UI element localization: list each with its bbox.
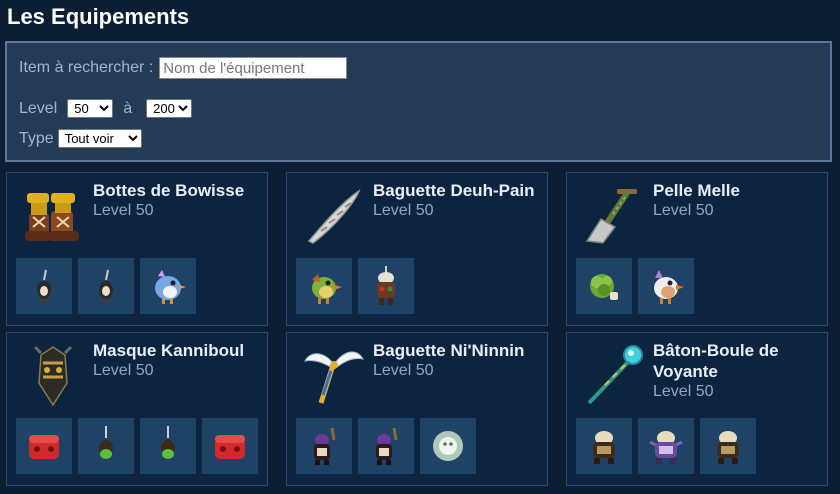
item-level: Level 50 xyxy=(653,202,714,219)
orb-staff-icon xyxy=(587,345,643,405)
blue-bird-icon xyxy=(155,270,186,304)
item-level: Level 50 xyxy=(93,362,154,379)
page-title: Les Equipements xyxy=(7,4,190,29)
green-cabbage-icon xyxy=(590,274,618,300)
item-name[interactable]: Masque Kanniboul xyxy=(93,340,263,361)
drop-list xyxy=(576,418,756,474)
level-max-select[interactable]: 200 xyxy=(146,99,193,118)
type-select[interactable]: Tout voir xyxy=(57,129,142,148)
purple-creature-icon xyxy=(649,431,683,464)
item-name[interactable]: Baguette Deuh-Pain xyxy=(373,180,543,201)
drop-tile[interactable] xyxy=(576,258,632,314)
drop-tile[interactable] xyxy=(296,418,352,474)
green-idol-icon xyxy=(161,426,175,459)
level-separator: à xyxy=(123,99,133,117)
drop-tile[interactable] xyxy=(296,258,352,314)
boots-icon xyxy=(25,193,79,241)
red-chest-icon xyxy=(215,435,245,459)
level-label: Level xyxy=(19,99,58,117)
item-level: Level 50 xyxy=(373,202,434,219)
ghost-icon xyxy=(433,431,463,461)
drop-tile[interactable] xyxy=(638,418,694,474)
item-name[interactable]: Baguette Ni'Ninnin xyxy=(373,340,543,361)
armored-creature-icon xyxy=(593,431,615,464)
drop-tile[interactable] xyxy=(140,258,196,314)
drop-list xyxy=(16,418,258,474)
dark-creature-icon xyxy=(376,427,398,465)
drop-list xyxy=(16,258,196,314)
drop-tile[interactable] xyxy=(16,418,72,474)
search-input[interactable] xyxy=(159,57,348,79)
item-card[interactable]: Baguette Ni'Ninnin Level 50 xyxy=(286,332,548,486)
winged-wand-icon xyxy=(304,351,364,404)
drop-list xyxy=(296,258,414,314)
level-row: Level 50 à 200 xyxy=(19,99,193,118)
type-row: Type Tout voir xyxy=(19,129,142,148)
item-name[interactable]: Bottes de Bowisse xyxy=(93,180,263,201)
item-card[interactable]: Baguette Deuh-Pain Level 50 xyxy=(286,172,548,326)
search-row: Item à rechercher : xyxy=(19,57,348,79)
filter-panel: Item à rechercher : Level 50 à 200 Type … xyxy=(5,41,832,162)
drop-tile[interactable] xyxy=(420,418,476,474)
green-idol-icon xyxy=(99,426,113,459)
drop-tile[interactable] xyxy=(78,418,134,474)
drop-tile[interactable] xyxy=(700,418,756,474)
item-level: Level 50 xyxy=(373,362,434,379)
drop-tile[interactable] xyxy=(16,258,72,314)
totem-creature-icon xyxy=(377,266,395,305)
drop-list xyxy=(296,418,476,474)
green-bird-icon xyxy=(312,274,342,304)
drop-tile[interactable] xyxy=(358,258,414,314)
red-chest-icon xyxy=(29,435,59,459)
type-label: Type xyxy=(19,129,54,147)
level-min-select[interactable]: 50 xyxy=(67,99,114,118)
shovel-icon xyxy=(585,189,637,244)
dark-creature-icon xyxy=(314,427,336,465)
item-level: Level 50 xyxy=(93,202,154,219)
white-bird-icon xyxy=(654,270,684,304)
drop-tile[interactable] xyxy=(140,418,196,474)
bird-idol-icon xyxy=(37,269,51,302)
item-name[interactable]: Pelle Melle xyxy=(653,180,823,201)
bread-wand-icon xyxy=(307,189,361,244)
item-level: Level 50 xyxy=(653,383,714,400)
search-label: Item à rechercher : xyxy=(19,59,154,76)
drop-tile[interactable] xyxy=(78,258,134,314)
armored-creature-icon xyxy=(717,431,739,464)
mask-icon xyxy=(33,345,73,407)
drop-tile[interactable] xyxy=(358,418,414,474)
item-card[interactable]: Masque Kanniboul Level 50 xyxy=(6,332,268,486)
drop-tile[interactable] xyxy=(638,258,694,314)
item-card[interactable]: Bâton-Boule de Voyante Level 50 xyxy=(566,332,828,486)
item-card[interactable]: Bottes de Bowisse Level 50 xyxy=(6,172,268,326)
item-card[interactable]: Pelle Melle Level 50 xyxy=(566,172,828,326)
drop-tile[interactable] xyxy=(576,418,632,474)
drop-tile[interactable] xyxy=(202,418,258,474)
bird-idol-icon xyxy=(99,269,113,302)
item-name[interactable]: Bâton-Boule de Voyante xyxy=(653,340,823,382)
drop-list xyxy=(576,258,694,314)
